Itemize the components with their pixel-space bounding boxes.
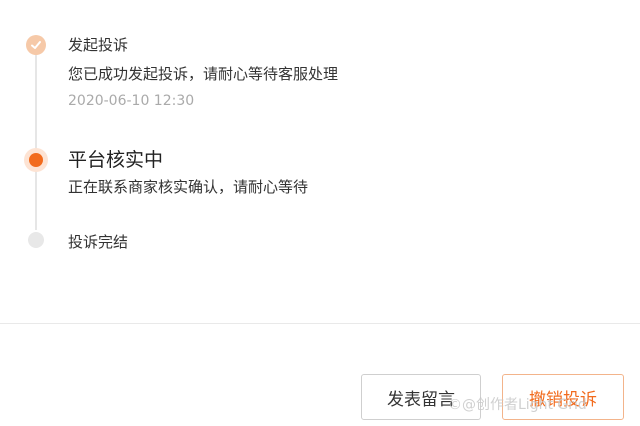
step-title: 平台核实中 (68, 149, 164, 171)
step-pending-indicator (28, 232, 44, 248)
watermark-text: ©@创作者Light Grid (448, 397, 587, 413)
check-icon (31, 41, 41, 49)
complaint-progress-timeline: 发起投诉 您已成功发起投诉，请耐心等待客服处理 2020-06-10 12:30… (0, 0, 640, 322)
step-timestamp: 2020-06-10 12:30 (68, 93, 195, 109)
footer-divider (0, 323, 640, 324)
step-done-check-icon (26, 35, 46, 55)
step-description: 正在联系商家核实确认，请耐心等待 (68, 178, 309, 196)
timeline-connector (35, 55, 37, 151)
step-active-indicator (29, 153, 43, 167)
step-description: 您已成功发起投诉，请耐心等待客服处理 (68, 65, 339, 83)
step-title: 发起投诉 (68, 36, 129, 54)
step-title: 投诉完结 (68, 233, 129, 251)
timeline-connector (35, 170, 37, 230)
